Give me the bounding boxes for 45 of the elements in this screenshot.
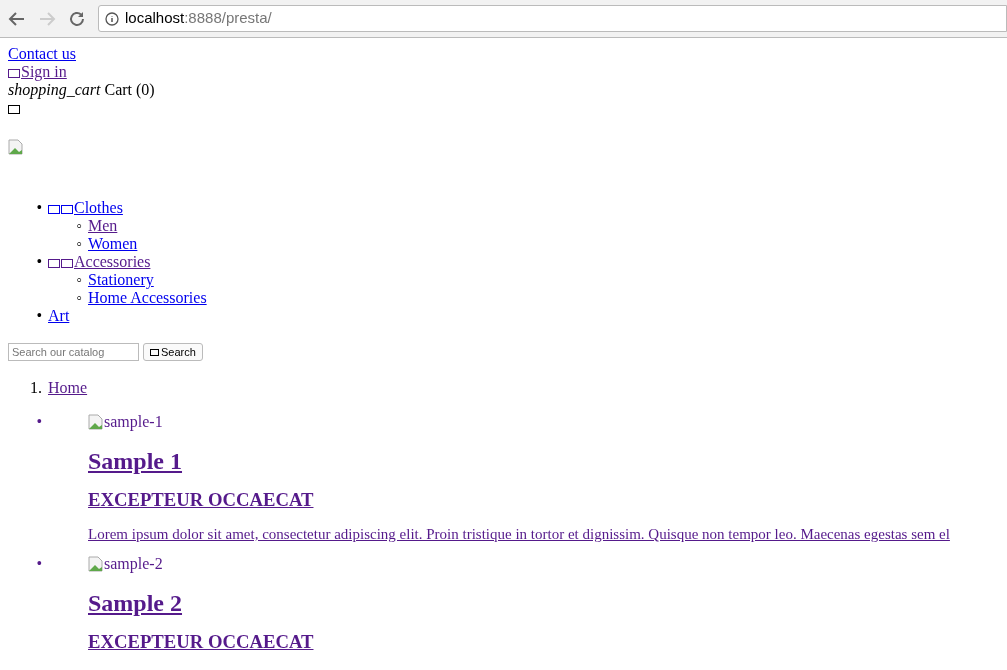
back-icon[interactable] — [8, 9, 26, 28]
list-marker: 1. — [29, 379, 43, 397]
breadcrumb-link[interactable]: Home — [48, 379, 88, 397]
info-icon[interactable] — [105, 11, 119, 26]
list-marker: • — [35, 413, 43, 432]
list-marker: • — [35, 199, 43, 217]
list-marker: • — [35, 555, 43, 574]
slide-title-link[interactable]: Sample 2 — [88, 590, 182, 616]
image-alt-text: sample-1 — [104, 413, 163, 431]
submenu-link[interactable]: Stationery — [88, 271, 154, 289]
address-bar[interactable]: localhost:8888/presta/ — [98, 5, 1007, 32]
search-field[interactable]: Search our catalog — [8, 343, 139, 361]
missing-glyph-icon — [48, 259, 60, 268]
missing-glyph-icon — [8, 105, 20, 114]
list-marker: ◦ — [75, 217, 83, 235]
submenu-link[interactable]: Home Accessories — [88, 289, 207, 307]
list-marker: • — [35, 307, 43, 325]
contact-link[interactable]: Contact us — [8, 45, 76, 62]
submenu-link[interactable]: Men — [88, 217, 118, 235]
missing-glyph-icon — [61, 259, 73, 268]
missing-glyph-icon — [8, 69, 20, 78]
cart-label: Cart (0) — [104, 81, 155, 99]
missing-glyph-icon — [61, 205, 73, 214]
list-marker: • — [35, 253, 43, 271]
slide-subtitle-link[interactable]: EXCEPTEUR OCCAECAT — [88, 489, 314, 510]
url-text: localhost:8888/presta/ — [125, 8, 272, 29]
sign-in-link[interactable]: Sign in — [8, 63, 67, 80]
broken-image-icon — [88, 556, 104, 572]
list-marker: ◦ — [75, 289, 83, 307]
reload-icon[interactable] — [68, 9, 86, 28]
slide-subtitle-link[interactable]: EXCEPTEUR OCCAECAT — [88, 631, 314, 652]
missing-glyph-icon — [48, 205, 60, 214]
list-marker: ◦ — [75, 271, 83, 289]
slide-description-link[interactable]: Lorem ipsum dolor sit amet, consectetur adipiscing elit. Proin tristique in tortor et dignissim. Quisque non tempor leo. Maecenas egestas sem el — [88, 526, 950, 542]
menu-link[interactable]: Art — [48, 307, 70, 325]
broken-image-icon — [8, 139, 24, 155]
cart-icon-text: shopping_cart — [8, 81, 101, 99]
broken-image-icon — [88, 414, 104, 430]
menu-link[interactable]: Clothes — [48, 199, 123, 217]
submenu-link[interactable]: Women — [88, 235, 138, 253]
menu-link[interactable]: Accessories — [48, 253, 151, 271]
search-button[interactable]: Search — [143, 343, 203, 361]
slide-title-link[interactable]: Sample 1 — [88, 448, 182, 474]
list-marker: ◦ — [75, 235, 83, 253]
image-alt-text: sample-2 — [104, 555, 163, 573]
